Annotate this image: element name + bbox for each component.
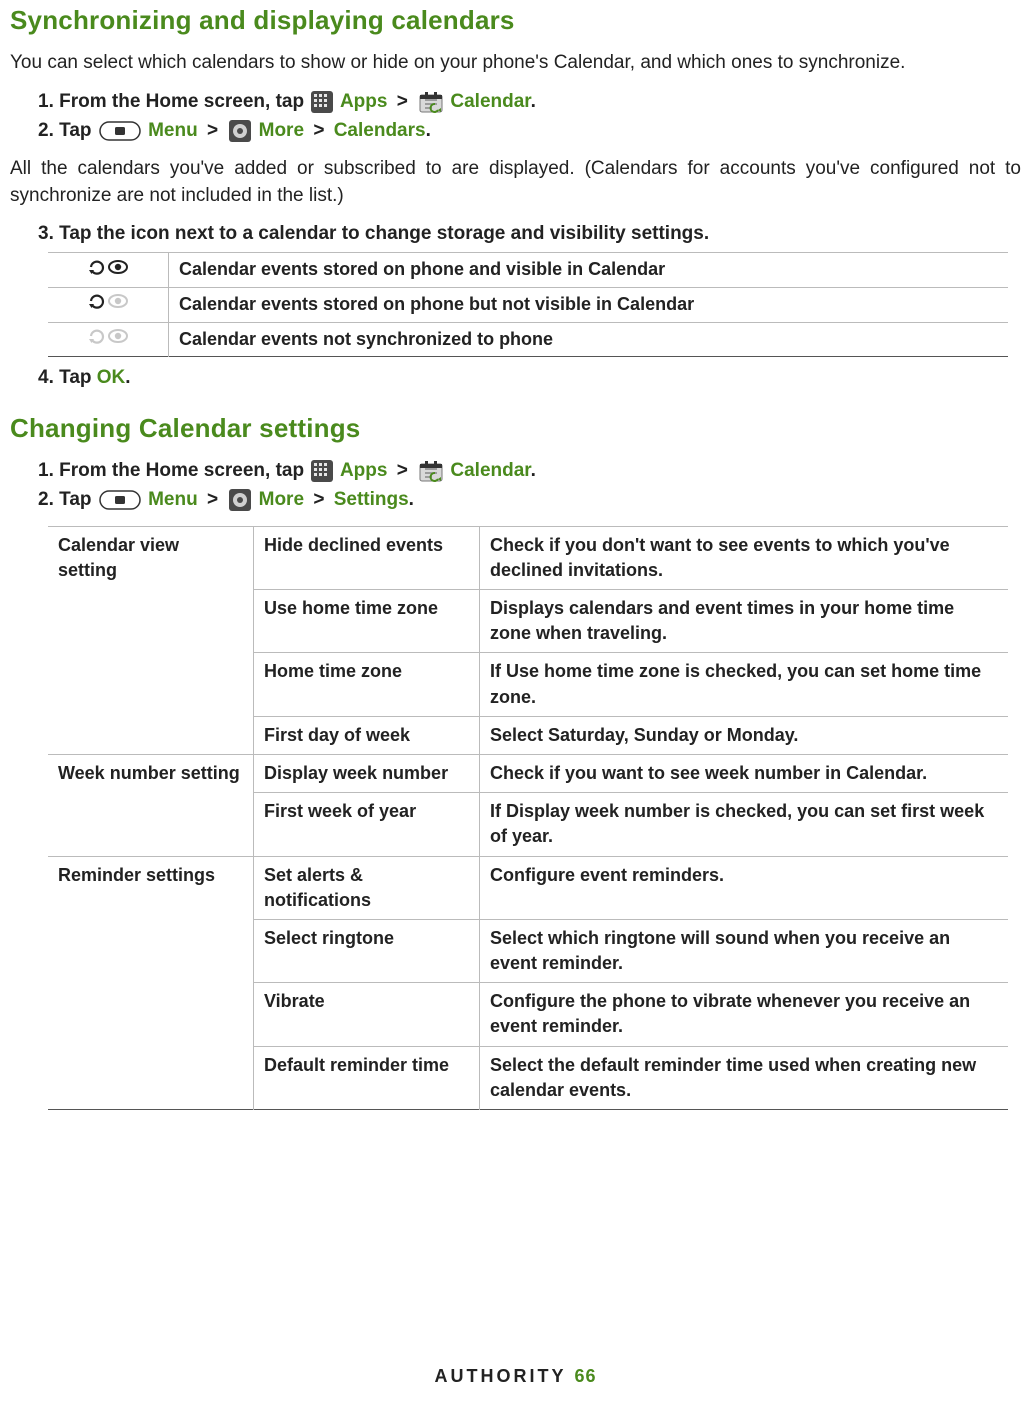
menu-link: Menu bbox=[148, 489, 198, 510]
calendar-icon bbox=[419, 460, 443, 482]
menu-link: Menu bbox=[148, 120, 198, 141]
settings-link: Settings bbox=[334, 489, 409, 510]
setting-desc: Select which ringtone will sound when yo… bbox=[480, 919, 1009, 982]
sync-note: All the calendars you've added or subscr… bbox=[10, 156, 1021, 209]
step-4: 4. Tap OK. bbox=[38, 365, 1021, 392]
step-3: 3. Tap the icon next to a calendar to ch… bbox=[38, 221, 1021, 248]
nosync-hidden-icon bbox=[88, 327, 128, 352]
setting-desc: Check if you don't want to see events to… bbox=[480, 526, 1009, 589]
table-row: Week number setting Display week number … bbox=[48, 754, 1008, 792]
setting-name: Hide declined events bbox=[254, 526, 480, 589]
setting-name: Set alerts & notifications bbox=[254, 856, 480, 919]
calendar-icon bbox=[419, 91, 443, 113]
apps-link: Apps bbox=[340, 91, 388, 112]
setting-name: Vibrate bbox=[254, 983, 480, 1046]
more-link: More bbox=[259, 489, 304, 510]
section-title-settings: Changing Calendar settings bbox=[10, 410, 1021, 446]
setting-group: Reminder settings bbox=[48, 856, 254, 1110]
setting-desc: Configure event reminders. bbox=[480, 856, 1009, 919]
apps-grid-icon bbox=[311, 460, 333, 482]
page-number: 66 bbox=[574, 1366, 596, 1386]
setting-desc: Configure the phone to vibrate whenever … bbox=[480, 983, 1009, 1046]
setting-group: Week number setting bbox=[48, 754, 254, 856]
intro-text: You can select which calendars to show o… bbox=[10, 50, 1021, 77]
ok-link: OK bbox=[97, 367, 126, 388]
brand-label: AUTHORITY bbox=[434, 1366, 566, 1386]
vis-desc: Calendar events stored on phone and visi… bbox=[169, 252, 1009, 287]
visibility-table: Calendar events stored on phone and visi… bbox=[48, 252, 1008, 358]
setting-group: Calendar view setting bbox=[48, 526, 254, 754]
setting-name: Select ringtone bbox=[254, 919, 480, 982]
table-row: Calendar view setting Hide declined even… bbox=[48, 526, 1008, 589]
sync-visible-icon bbox=[88, 258, 128, 283]
step-1: 1. From the Home screen, tap Apps > Cale… bbox=[38, 89, 1021, 116]
section-title-sync: Synchronizing and displaying calendars bbox=[10, 2, 1021, 38]
apps-link: Apps bbox=[340, 460, 388, 481]
menu-hardkey-icon bbox=[99, 121, 141, 141]
table-row: Calendar events not synchronized to phon… bbox=[48, 322, 1008, 357]
page-footer: AUTHORITY 66 bbox=[0, 1364, 1031, 1389]
setting-desc: Select Saturday, Sunday or Monday. bbox=[480, 716, 1009, 754]
setting-name: First week of year bbox=[254, 793, 480, 856]
apps-grid-icon bbox=[311, 91, 333, 113]
vis-desc: Calendar events not synchronized to phon… bbox=[169, 322, 1009, 357]
calendar-link: Calendar bbox=[450, 460, 530, 481]
setting-name: Home time zone bbox=[254, 653, 480, 716]
setting-desc: Displays calendars and event times in yo… bbox=[480, 590, 1009, 653]
setting-desc: Select the default reminder time used wh… bbox=[480, 1046, 1009, 1109]
table-row: Calendar events stored on phone and visi… bbox=[48, 252, 1008, 287]
vis-desc: Calendar events stored on phone but not … bbox=[169, 287, 1009, 322]
table-row: Calendar events stored on phone but not … bbox=[48, 287, 1008, 322]
setting-name: Use home time zone bbox=[254, 590, 480, 653]
table-row: Reminder settings Set alerts & notificat… bbox=[48, 856, 1008, 919]
step-2: 2. Tap Menu > More > Calendars. bbox=[38, 118, 1021, 145]
setting-name: Default reminder time bbox=[254, 1046, 480, 1109]
menu-hardkey-icon bbox=[99, 490, 141, 510]
more-circle-icon bbox=[229, 120, 251, 142]
setting-name: Display week number bbox=[254, 754, 480, 792]
setting-desc: If Display week number is checked, you c… bbox=[480, 793, 1009, 856]
calendars-link: Calendars bbox=[334, 120, 426, 141]
sync-hidden-icon bbox=[88, 292, 128, 317]
calendar-link: Calendar bbox=[450, 91, 530, 112]
settings-table: Calendar view setting Hide declined even… bbox=[48, 526, 1008, 1110]
step-2b: 2. Tap Menu > More > Settings. bbox=[38, 487, 1021, 514]
more-circle-icon bbox=[229, 489, 251, 511]
setting-desc: Check if you want to see week number in … bbox=[480, 754, 1009, 792]
step-1b: 1. From the Home screen, tap Apps > Cale… bbox=[38, 458, 1021, 485]
setting-desc: If Use home time zone is checked, you ca… bbox=[480, 653, 1009, 716]
setting-name: First day of week bbox=[254, 716, 480, 754]
more-link: More bbox=[259, 120, 304, 141]
